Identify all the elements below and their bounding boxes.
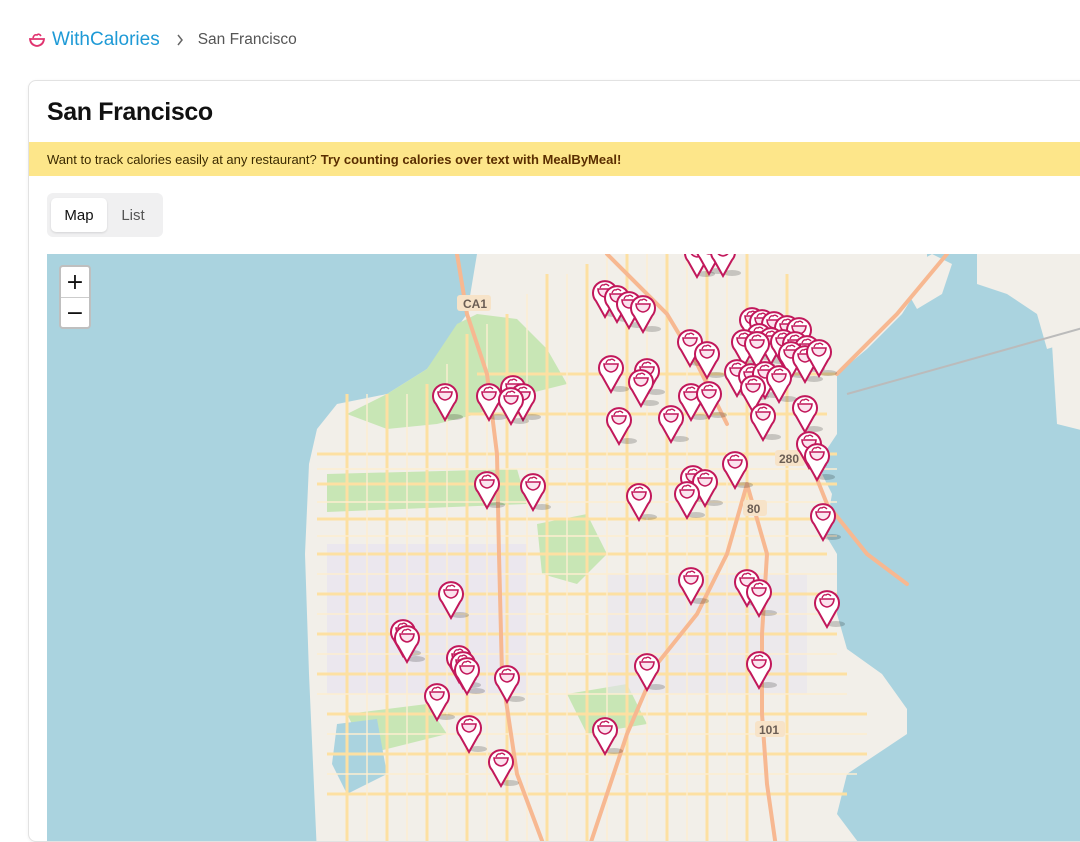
restaurant-bowl-pin-icon	[432, 383, 463, 422]
road-label-ca1: CA1	[463, 297, 488, 311]
chevron-right-icon	[176, 34, 184, 46]
view-toggle: Map List	[47, 193, 163, 237]
restaurant-bowl-pin-icon	[488, 749, 519, 788]
restaurant-bowl-pin-icon	[454, 657, 485, 696]
promo-text: Want to track calories easily at any res…	[47, 151, 317, 167]
restaurant-bowl-pin-icon	[606, 407, 637, 446]
breadcrumb-current: San Francisco	[197, 31, 297, 48]
restaurant-marker[interactable]	[658, 400, 689, 444]
bowl-icon	[28, 31, 46, 49]
restaurant-bowl-pin-icon	[592, 717, 623, 756]
restaurant-marker[interactable]	[810, 498, 841, 542]
zoom-out-button[interactable]: −	[61, 298, 89, 328]
restaurant-bowl-pin-icon	[722, 451, 753, 490]
restaurant-marker[interactable]	[806, 334, 837, 378]
restaurant-bowl-pin-icon	[438, 581, 469, 620]
restaurant-bowl-pin-icon	[630, 295, 661, 334]
restaurant-marker[interactable]	[626, 478, 657, 522]
restaurant-marker[interactable]	[746, 646, 777, 690]
city-card: San Francisco Want to track calories eas…	[28, 80, 1080, 842]
brand-link[interactable]: WithCalories	[52, 29, 160, 51]
restaurant-bowl-pin-icon	[694, 341, 725, 380]
restaurant-marker[interactable]	[424, 678, 455, 722]
restaurant-marker[interactable]	[394, 620, 425, 664]
restaurant-bowl-pin-icon	[674, 481, 705, 520]
restaurant-marker[interactable]	[696, 376, 727, 420]
restaurant-bowl-pin-icon	[746, 651, 777, 690]
restaurant-bowl-pin-icon	[498, 387, 529, 426]
restaurant-bowl-pin-icon	[626, 483, 657, 522]
restaurant-bowl-pin-icon	[806, 339, 837, 378]
restaurant-marker[interactable]	[606, 402, 637, 446]
restaurant-marker[interactable]	[814, 585, 845, 629]
restaurant-bowl-pin-icon	[804, 443, 835, 482]
zoom-in-button[interactable]: +	[61, 267, 89, 298]
restaurant-marker[interactable]	[474, 466, 505, 510]
promo-link[interactable]: Try counting calories over text with Mea…	[321, 152, 622, 167]
map-tiles	[305, 254, 1080, 841]
restaurant-bowl-pin-icon	[750, 403, 781, 442]
restaurant-bowl-pin-icon	[456, 715, 487, 754]
restaurant-marker[interactable]	[750, 398, 781, 442]
road-label-101: 101	[759, 723, 780, 737]
restaurant-marker[interactable]	[592, 712, 623, 756]
restaurant-marker[interactable]	[710, 254, 741, 278]
restaurant-marker[interactable]	[432, 378, 463, 422]
restaurant-marker[interactable]	[438, 576, 469, 620]
restaurant-marker[interactable]	[456, 710, 487, 754]
restaurant-marker[interactable]	[674, 476, 705, 520]
restaurant-bowl-pin-icon	[520, 473, 551, 512]
restaurant-marker[interactable]	[792, 390, 823, 434]
restaurant-bowl-pin-icon	[598, 355, 629, 394]
breadcrumb: WithCalories San Francisco	[28, 26, 297, 54]
restaurant-bowl-pin-icon	[658, 405, 689, 444]
road-label-80: 80	[747, 502, 761, 516]
promo-banner: Want to track calories easily at any res…	[29, 142, 1080, 176]
restaurant-marker[interactable]	[634, 648, 665, 692]
zoom-control: + −	[59, 265, 91, 329]
restaurant-bowl-pin-icon	[696, 381, 727, 420]
restaurant-bowl-pin-icon	[394, 625, 425, 664]
restaurant-marker[interactable]	[678, 562, 709, 606]
restaurant-bowl-pin-icon	[494, 665, 525, 704]
restaurant-marker[interactable]	[488, 744, 519, 788]
tab-list[interactable]: List	[107, 198, 159, 232]
restaurant-bowl-pin-icon	[634, 653, 665, 692]
restaurant-bowl-pin-icon	[678, 567, 709, 606]
restaurant-bowl-pin-icon	[424, 683, 455, 722]
restaurant-marker[interactable]	[804, 438, 835, 482]
restaurant-marker[interactable]	[746, 574, 777, 618]
restaurant-bowl-pin-icon	[746, 579, 777, 618]
restaurant-marker[interactable]	[630, 290, 661, 334]
page-title: San Francisco	[47, 98, 213, 126]
restaurant-bowl-pin-icon	[710, 254, 741, 278]
restaurant-bowl-pin-icon	[814, 590, 845, 629]
restaurant-map[interactable]: CA1 280 80 101 + −	[47, 254, 1080, 841]
restaurant-bowl-pin-icon	[810, 503, 841, 542]
restaurant-marker[interactable]	[628, 364, 659, 408]
restaurant-marker[interactable]	[694, 336, 725, 380]
restaurant-marker[interactable]	[520, 468, 551, 512]
restaurant-marker[interactable]	[494, 660, 525, 704]
restaurant-marker[interactable]	[598, 350, 629, 394]
restaurant-marker[interactable]	[498, 382, 529, 426]
tab-map[interactable]: Map	[51, 198, 107, 232]
restaurant-bowl-pin-icon	[474, 471, 505, 510]
